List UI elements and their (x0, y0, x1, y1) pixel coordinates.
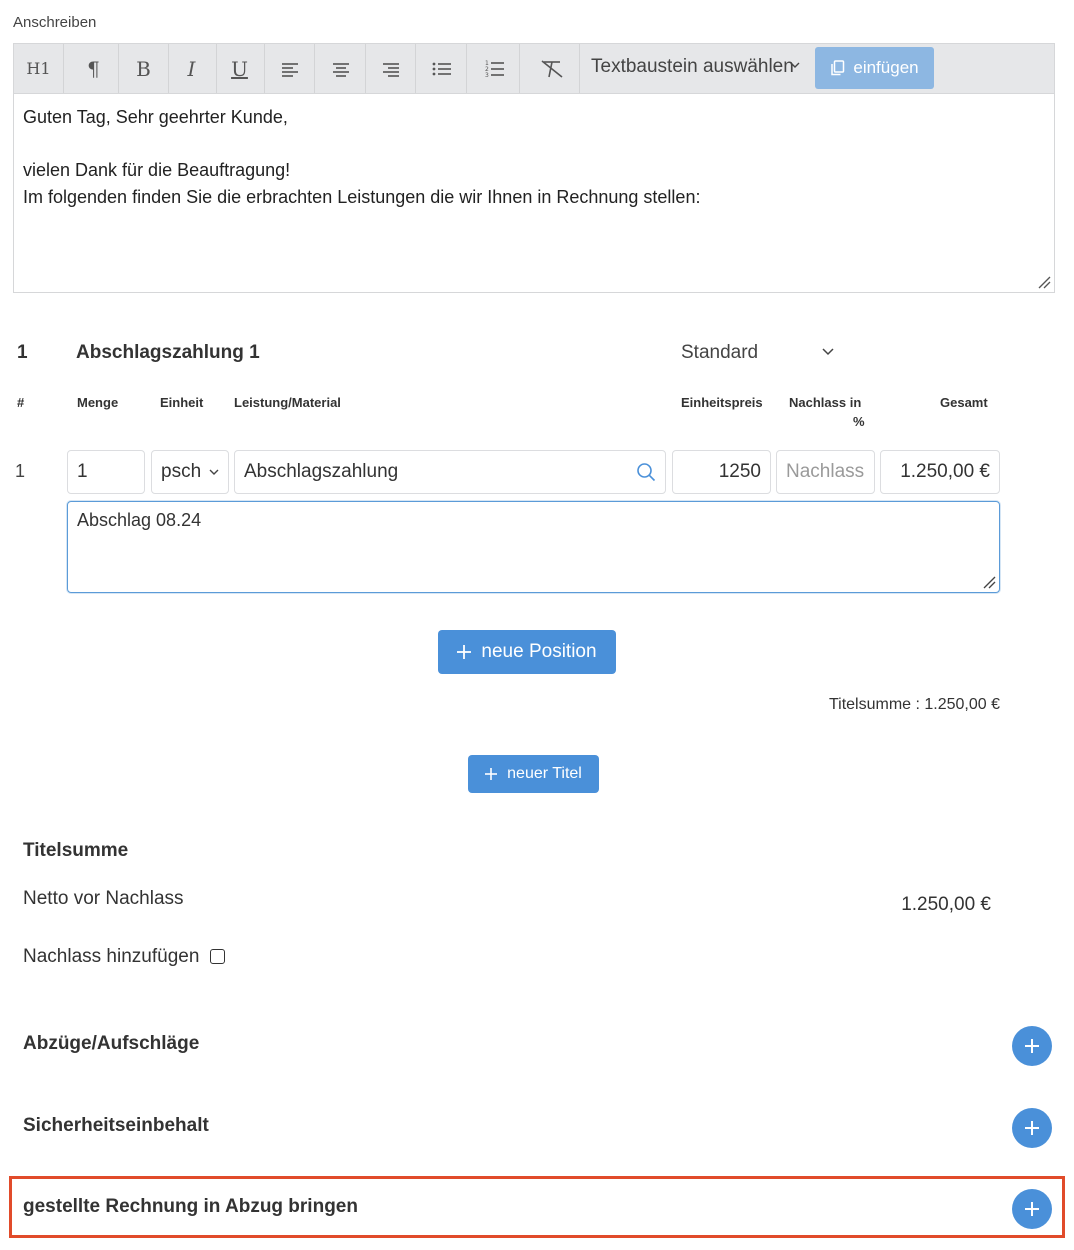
title-number: 1 (17, 342, 28, 363)
chevron-down-icon (790, 62, 800, 68)
title-sum: Titelsumme : 1.250,00 € (828, 696, 1000, 713)
pilcrow-icon: ¶ (87, 56, 100, 81)
col-header-unit-price: Einheitspreis (681, 395, 763, 410)
clear-format-button[interactable] (524, 44, 580, 93)
discount-checkbox[interactable] (210, 949, 225, 964)
unit-price-input[interactable]: 1250 (672, 450, 771, 494)
align-left-icon (281, 62, 298, 77)
unit-select-value: psch (161, 461, 202, 482)
deduct-invoice-heading: gestellte Rechnung in Abzug bringen (23, 1196, 358, 1217)
bold-button[interactable]: B (119, 44, 169, 93)
position-description-text: Abschlag 08.24 (77, 510, 202, 530)
summary-heading: Titelsumme (23, 840, 129, 861)
align-center-button[interactable] (316, 44, 366, 93)
bullet-list-button[interactable] (417, 44, 467, 93)
align-right-button[interactable] (366, 44, 416, 93)
position-number: 1 (15, 461, 26, 481)
heading-icon: H1 (26, 59, 51, 78)
heading-button[interactable]: H1 (14, 44, 64, 93)
italic-button[interactable]: I (167, 44, 217, 93)
editor-line: vielen Dank für die Beauftragung! (23, 160, 291, 180)
letter-editor[interactable]: Guten Tag, Sehr geehrter Kunde, vielen D… (13, 93, 1055, 293)
bullet-list-icon (432, 62, 451, 75)
editor-line: Guten Tag, Sehr geehrter Kunde, (23, 107, 288, 127)
new-title-button[interactable]: neuer Titel (468, 755, 599, 793)
service-input[interactable]: Abschlagszahlung (234, 450, 666, 494)
numbered-list-button[interactable]: 123 (470, 44, 520, 93)
col-header-total: Gesamt (940, 395, 988, 410)
plus-icon (457, 645, 472, 659)
search-icon[interactable] (636, 462, 656, 482)
col-header-discount: Nachlass in (789, 395, 862, 410)
resize-handle-icon[interactable] (982, 575, 996, 589)
chevron-down-icon (209, 469, 219, 475)
add-deduct-invoice-button[interactable] (1012, 1189, 1052, 1229)
chevron-down-icon (822, 348, 834, 356)
anschreiben-label: Anschreiben (13, 14, 97, 31)
unit-select[interactable]: psch (151, 450, 229, 494)
bold-icon: B (136, 56, 151, 81)
align-right-icon (382, 62, 399, 77)
position-description-textarea[interactable]: Abschlag 08.24 (67, 501, 1000, 593)
net-value: 1.250,00 € (901, 894, 991, 915)
italic-icon: I (187, 56, 196, 81)
net-label: Netto vor Nachlass (23, 888, 184, 909)
underline-icon: U (231, 56, 248, 81)
new-title-label: neuer Titel (507, 765, 582, 782)
title-name[interactable]: Abschlagszahlung 1 (76, 342, 260, 364)
col-header-discount-unit: % (853, 414, 865, 429)
col-header-service: Leistung/Material (234, 395, 341, 410)
align-left-button[interactable] (265, 44, 315, 93)
copy-icon (831, 60, 845, 76)
add-deduction-button[interactable] (1012, 1026, 1052, 1066)
discount-toggle-label: Nachlass hinzufügen (23, 946, 200, 967)
underline-button[interactable]: U (215, 44, 265, 93)
discount-input[interactable]: Nachlass (776, 450, 875, 494)
title-type-select[interactable]: Standard (681, 342, 758, 364)
col-header-unit: Einheit (160, 395, 204, 410)
textbaustein-select[interactable]: Textbaustein auswählen (591, 56, 794, 82)
new-position-button[interactable]: neue Position (438, 630, 616, 674)
new-position-label: neue Position (481, 641, 597, 662)
plus-icon (485, 768, 498, 780)
col-header-number: # (17, 395, 25, 410)
editor-line (23, 131, 1045, 158)
add-retention-button[interactable] (1012, 1108, 1052, 1148)
clear-format-icon (541, 59, 562, 78)
col-header-quantity: Menge (77, 395, 119, 410)
insert-button-label: einfügen (853, 58, 919, 77)
editor-line: Im folgenden finden Sie die erbrachten L… (23, 186, 701, 207)
total-field: 1.250,00 € (880, 450, 1000, 494)
resize-handle-icon[interactable] (1037, 275, 1051, 289)
editor-toolbar: H1 ¶ B I U 123 Textbaustein auswählen ei… (13, 43, 1055, 93)
plus-icon (1025, 1121, 1039, 1135)
align-center-icon (332, 62, 349, 77)
svg-text:3: 3 (485, 72, 489, 78)
numbered-list-icon: 123 (485, 60, 504, 78)
quantity-input[interactable]: 1 (67, 450, 145, 494)
service-input-value: Abschlagszahlung (244, 461, 399, 482)
plus-icon (1025, 1039, 1039, 1053)
plus-icon (1025, 1202, 1039, 1216)
insert-button[interactable]: einfügen (815, 47, 934, 89)
paragraph-button[interactable]: ¶ (69, 44, 119, 93)
retention-heading: Sicherheitseinbehalt (23, 1115, 209, 1136)
deductions-heading: Abzüge/Aufschläge (23, 1033, 200, 1054)
